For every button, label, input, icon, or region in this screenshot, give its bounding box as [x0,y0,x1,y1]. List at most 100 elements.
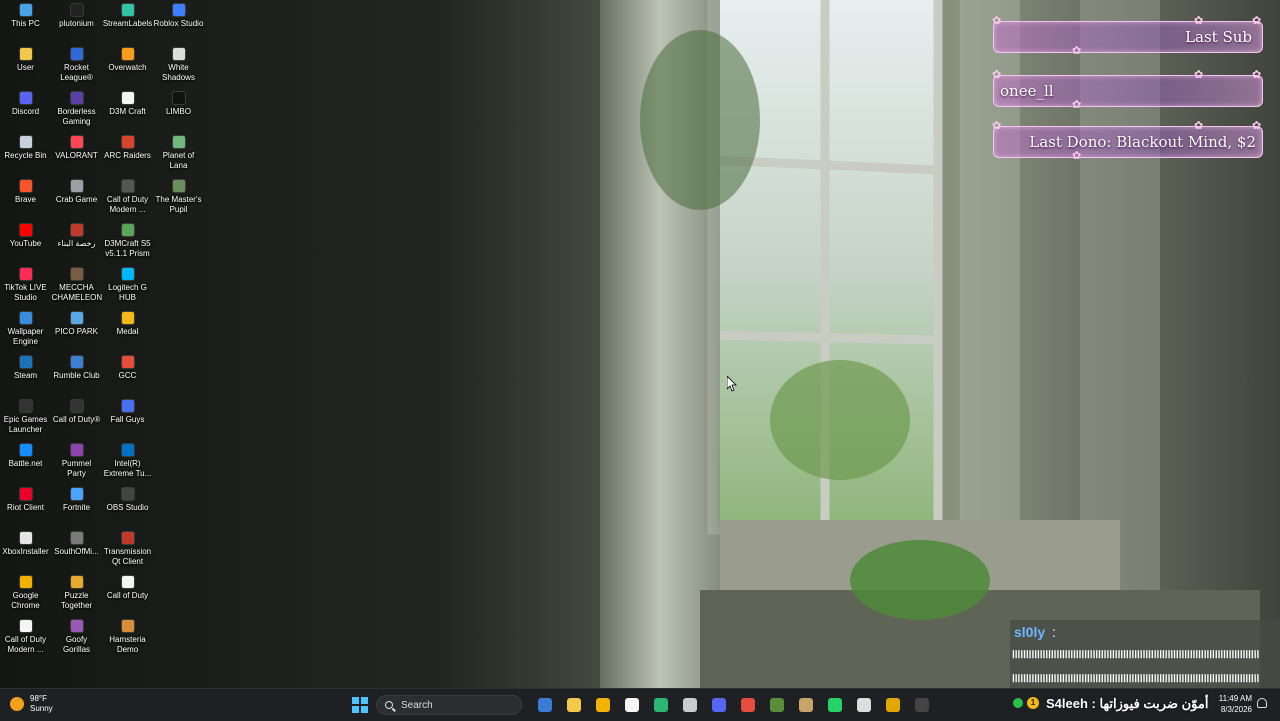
desktop-shortcut-label: Planet of Lana [162,151,195,170]
call-of-duty-icon [121,180,134,192]
taskbar-pinned-app[interactable] [733,695,762,715]
desktop-shortcut[interactable]: Google Chrome [0,572,51,616]
last-sub-banner: ✿ ✿ ✿ ✿ Last Sub [992,14,1263,57]
crab-game-icon [70,180,83,192]
desktop-shortcut[interactable]: Discord [0,88,51,132]
desktop-shortcut[interactable]: Roblox Studio [153,0,204,44]
desktop-shortcut[interactable]: This PC [0,0,51,44]
puzzle-together-icon [70,576,83,588]
taskbar-pinned-app[interactable] [791,695,820,715]
desktop-shortcut[interactable]: Fall Guys [102,396,153,440]
desktop-shortcut[interactable]: Fortnite [51,484,102,528]
notification-badge[interactable]: 1 [1027,697,1039,709]
system-clock[interactable]: 11:49 AM 8/3/2026 [1212,693,1252,715]
desktop-shortcut[interactable]: D3MCraft S5 v5.1.1 Prism [102,220,153,264]
weather-widget[interactable]: 98°F Sunny [10,694,53,714]
taskbar-pinned-app[interactable] [878,695,907,715]
chat-separator: : [1052,624,1056,640]
desktop-shortcut[interactable]: PICO PARK [51,308,102,352]
desktop-shortcut[interactable]: plutonium [51,0,102,44]
pico-park-icon [70,312,83,324]
desktop-shortcut[interactable]: Epic Games Launcher [0,396,51,440]
desktop-shortcut[interactable]: ARC Raiders [102,132,153,176]
desktop-shortcut[interactable]: Rocket League® [51,44,102,88]
taskbar-pinned-app[interactable] [588,695,617,715]
chat-message-line: اااااااااااااااااااااااااااااااااااااااا… [1012,650,1260,661]
rumble-club-icon [70,356,83,368]
desktop-shortcut[interactable]: Wallpaper Engine [0,308,51,352]
logitech-icon [121,268,134,280]
file-icon [624,698,639,712]
desktop-shortcut[interactable]: VALORANT [51,132,102,176]
desktop-shortcut[interactable]: YouTube [0,220,51,264]
desktop-shortcut[interactable]: Transmission Qt Client [102,528,153,572]
desktop-shortcut[interactable]: Overwatch [102,44,153,88]
desktop-shortcut[interactable]: Medal [102,308,153,352]
taskbar-pinned-app[interactable] [704,695,733,715]
settings-icon [682,698,697,712]
taskbar-pinned-app[interactable] [907,695,936,715]
status-check-icon[interactable] [1013,698,1023,708]
desktop-shortcut[interactable]: Borderless Gaming [51,88,102,132]
chrome-icon [19,576,32,588]
desktop-shortcut[interactable]: OBS Studio [102,484,153,528]
desktop-shortcut[interactable]: The Master's Pupil [153,176,204,220]
taskbar-search[interactable]: Search [376,695,522,715]
desktop-shortcut[interactable]: SouthOfMi... [51,528,102,572]
desktop-shortcut[interactable]: XboxInstaller [0,528,51,572]
tiktok-icon [19,268,32,280]
desktop-shortcut[interactable]: Call of Duty® [51,396,102,440]
desktop-shortcut[interactable]: User [0,44,51,88]
desktop-shortcut[interactable]: Call of Duty Modern ... [102,176,153,220]
desktop-shortcut[interactable]: MECCHA CHAMELEON [51,264,102,308]
desktop-shortcut[interactable]: Puzzle Together [51,572,102,616]
desktop-shortcut[interactable]: Pummel Party [51,440,102,484]
hamsteria-icon [121,620,134,632]
desktop-shortcut[interactable]: White Shadows [153,44,204,88]
desktop-shortcut-label: D3M Craft [109,107,146,116]
whatsapp-icon [827,698,842,712]
desktop-shortcut[interactable]: Crab Game [51,176,102,220]
notification-bell-icon[interactable] [1257,698,1267,708]
battlenet-icon [19,444,32,456]
desktop-shortcut[interactable]: Logitech G HUB [102,264,153,308]
desktop-shortcut[interactable]: Goofy Gorillas [51,616,102,660]
desktop-shortcut[interactable]: Riot Client [0,484,51,528]
taskbar-pinned-app[interactable] [559,695,588,715]
medal-icon [121,312,134,324]
desktop-shortcut[interactable]: StreamLabels [102,0,153,44]
desktop-shortcut[interactable]: Hamsteria Demo [102,616,153,660]
desktop-shortcut-label: TikTok LIVE Studio [4,283,47,302]
desktop-shortcut[interactable]: Recycle Bin [0,132,51,176]
desktop-shortcut[interactable]: TikTok LIVE Studio [0,264,51,308]
desktop-shortcut[interactable]: Brave [0,176,51,220]
desktop-shortcut[interactable]: Steam [0,352,51,396]
taskbar-pinned-app[interactable] [646,695,675,715]
game-controller-icon [856,698,871,712]
taskbar-pinned-app[interactable] [849,695,878,715]
desktop-shortcut[interactable]: Intel(R) Extreme Tu... [102,440,153,484]
start-button[interactable] [352,697,368,713]
desktop-shortcut[interactable]: D3M Craft [102,88,153,132]
desktop-shortcut-label: Call of Duty Modern ... [106,195,149,214]
desktop-shortcut[interactable]: رخصة البناء [51,220,102,264]
taskbar-pinned-app[interactable] [530,695,559,715]
desktop-shortcut-label: StreamLabels [102,19,153,28]
desktop-shortcut[interactable]: GCC [102,352,153,396]
taskbar-pinned-app[interactable] [617,695,646,715]
file-explorer-icon [566,698,581,712]
taskbar-pinned-app[interactable] [762,695,791,715]
desktop-shortcut-label: رخصة البناء [57,239,96,248]
desktop-shortcut-label: MECCHA CHAMELEON [51,283,102,302]
desktop-shortcut[interactable]: Planet of Lana [153,132,204,176]
desktop-shortcut-label: White Shadows [162,63,195,82]
taskbar-pinned-app[interactable] [675,695,704,715]
desktop-shortcut-label: Fortnite [62,503,91,512]
desktop-shortcut[interactable]: LIMBO [153,88,204,132]
desktop-shortcut[interactable]: Rumble Club [51,352,102,396]
taskbar-pinned-app[interactable] [820,695,849,715]
file-icon [121,576,134,588]
desktop-shortcut[interactable]: Battle.net [0,440,51,484]
desktop-shortcut[interactable]: Call of Duty Modern ... [0,616,51,660]
desktop-shortcut[interactable]: Call of Duty [102,572,153,616]
